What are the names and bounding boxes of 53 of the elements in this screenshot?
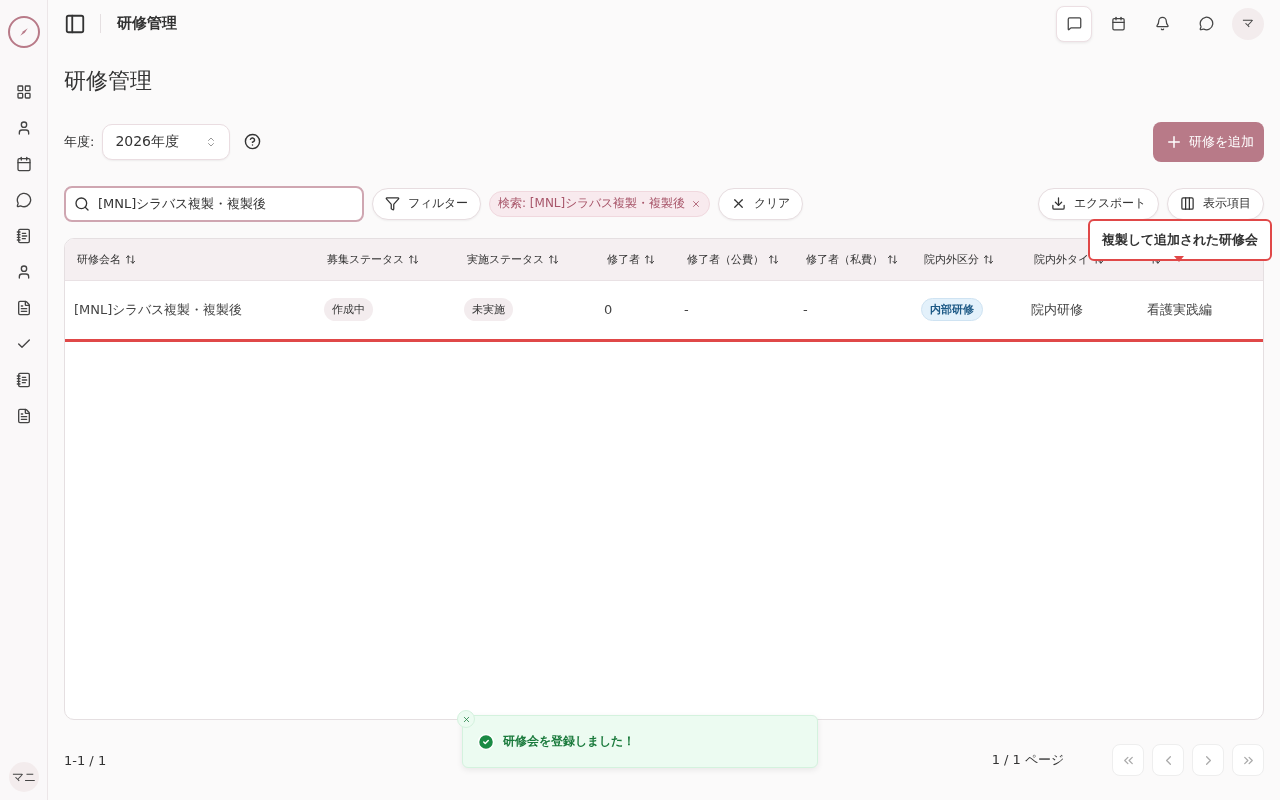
columns-button[interactable]: 表示項目: [1167, 187, 1264, 220]
tooltip-pointer: [1174, 256, 1184, 262]
toast-message: 研修会を登録しました！: [503, 733, 635, 750]
tooltip: 複製して追加された研修会: [1088, 219, 1272, 261]
header-title: 研修管理: [100, 14, 177, 34]
user-avatar[interactable]: マニ: [8, 762, 39, 792]
page-indicator: 1 / 1 ページ: [991, 751, 1064, 770]
sort-icon[interactable]: [983, 253, 994, 265]
column-header[interactable]: 修了者（私費）: [806, 251, 883, 267]
table-cell-text: 0: [604, 302, 614, 318]
status-pill: 作成中: [324, 298, 373, 322]
check-circle-icon: [477, 732, 495, 751]
sort-icon[interactable]: [125, 253, 136, 265]
chip-label: 検索: [MNL]シラバス複製・複製後: [498, 195, 686, 213]
column-header[interactable]: 実施ステータス: [467, 251, 544, 267]
search-chip[interactable]: 検索: [MNL]シラバス複製・複製後: [489, 190, 711, 217]
compass-logo-icon[interactable]: [7, 16, 40, 48]
status-pill: 未実施: [464, 298, 513, 322]
year-select[interactable]: 2026年度: [102, 123, 231, 160]
table-cell-text: -: [684, 302, 690, 318]
filter-icon: [385, 196, 400, 212]
sort-icon[interactable]: [548, 253, 559, 265]
export-button[interactable]: エクスポート: [1038, 187, 1159, 220]
user-avatar[interactable]: マ: [1232, 7, 1264, 40]
search-field[interactable]: [MNL]シラバス複製・複製後: [64, 185, 364, 222]
column-header[interactable]: 院内外区分: [924, 251, 979, 267]
sort-icon[interactable]: [408, 253, 419, 265]
close-icon[interactable]: [691, 198, 702, 209]
help-icon[interactable]: [244, 133, 262, 151]
columns-icon: [1180, 196, 1195, 212]
column-header[interactable]: 研修会名: [77, 251, 121, 267]
table-cell-text: 院内研修: [1031, 300, 1084, 319]
table-row[interactable]: [MNL]シラバス複製・複製後 作成中 未実施 0 - - 内部研修 院内研修 看護実践編: [65, 280, 1263, 342]
category-tag: 内部研修: [921, 298, 983, 322]
sort-icon[interactable]: [644, 253, 655, 265]
download-icon: [1051, 196, 1066, 212]
column-header[interactable]: 修了者（公費）: [687, 251, 764, 267]
search-icon: [74, 195, 90, 212]
sort-icon[interactable]: [887, 253, 898, 265]
message-square-icon[interactable]: [1056, 5, 1092, 42]
column-header[interactable]: 修了者: [607, 251, 640, 267]
clear-button[interactable]: クリア: [718, 187, 804, 220]
table-cell-text: -: [803, 302, 809, 318]
sidebar-toggle-icon[interactable]: [64, 12, 86, 35]
column-header[interactable]: 院内外タイ: [1034, 251, 1089, 267]
sort-icon[interactable]: [768, 253, 779, 265]
table-cell-text: [MNL]シラバス複製・複製後: [74, 300, 244, 319]
year-label: 年度:: [64, 132, 95, 151]
row-count: 1-1 / 1: [64, 752, 107, 768]
column-header[interactable]: 募集ステータス: [327, 251, 404, 267]
filter-button[interactable]: フィルター: [372, 187, 481, 220]
page-title: 研修管理: [64, 66, 153, 95]
table-cell-text: 看護実践編: [1147, 300, 1213, 319]
